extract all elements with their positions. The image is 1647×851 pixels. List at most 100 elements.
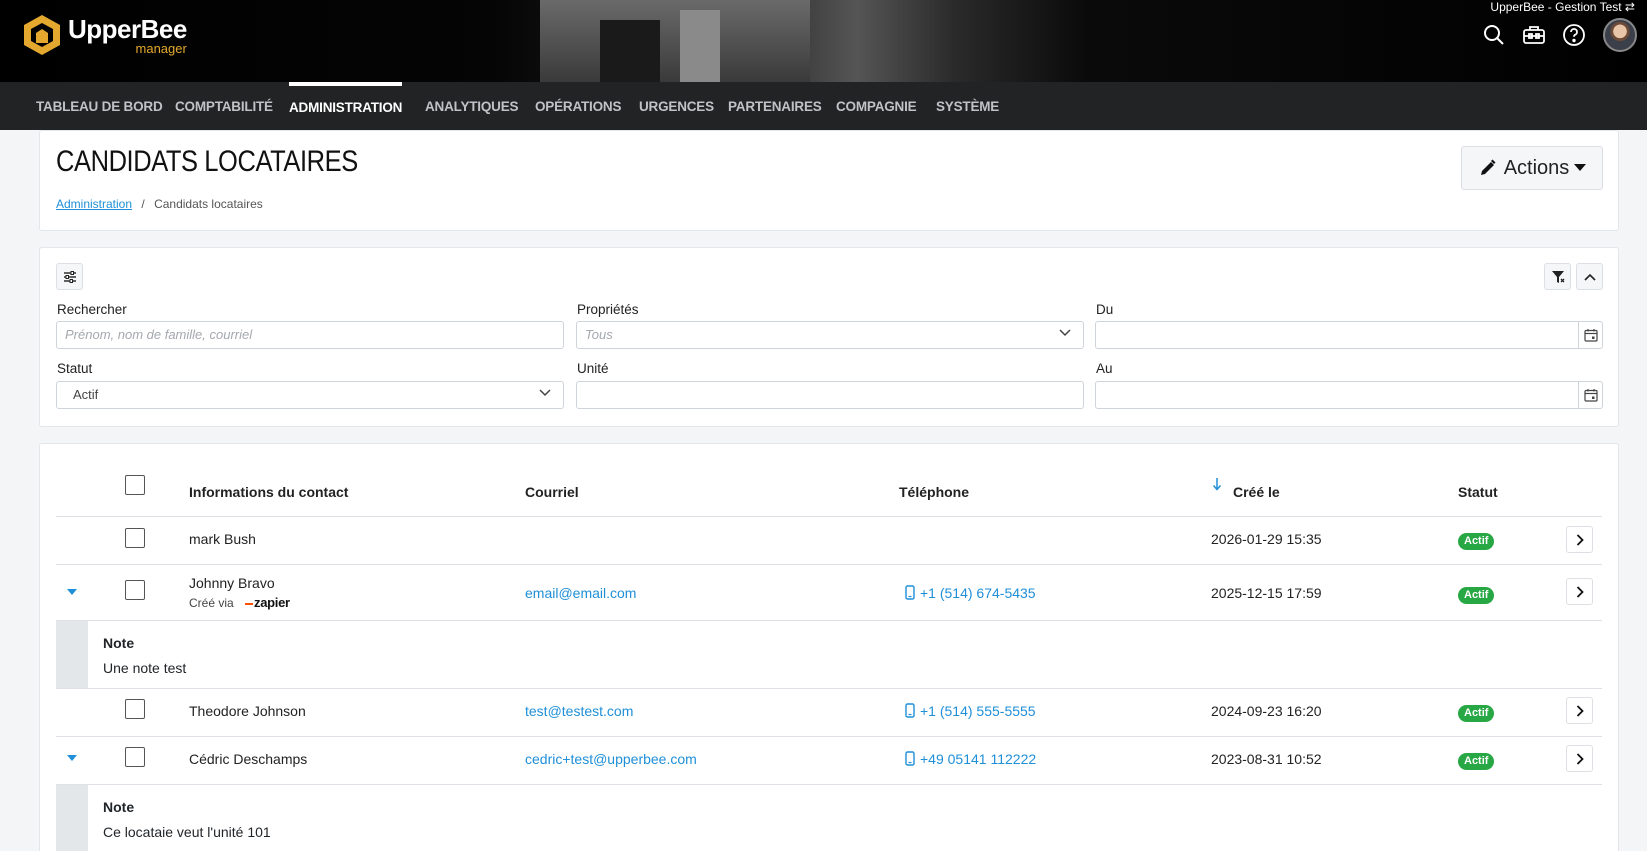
unit-label: Unité [577,361,609,376]
column-header-contact[interactable]: Informations du contact [189,484,348,500]
avatar[interactable] [1603,18,1637,52]
column-header-status[interactable]: Statut [1458,484,1498,500]
row-checkbox[interactable] [125,747,145,767]
status-select[interactable]: Actif [56,381,564,409]
properties-select[interactable]: Tous [576,321,1084,349]
nav-item-comptabilite[interactable]: COMPTABILITÉ [175,82,273,130]
status-badge: Actif [1458,533,1495,550]
calendar-icon[interactable] [1578,382,1602,408]
chevron-right-icon [1576,704,1584,717]
page-title: CANDIDATS LOCATAIRES [56,145,358,178]
note-text: Une note test [103,660,187,676]
chevron-down-icon [1059,329,1071,337]
breadcrumb-separator: / [141,197,145,211]
main-nav: TABLEAU DE BORD COMPTABILITÉ ADMINISTRAT… [0,82,1647,130]
row-checkbox[interactable] [125,528,145,548]
nav-item-partenaires[interactable]: PARTENAIRES [728,82,822,130]
properties-label: Propriétés [577,302,639,317]
breadcrumb-current: Candidats locataires [154,197,263,211]
note-sidebar [56,785,88,851]
actions-label: Actions [1503,156,1570,179]
created-date: 2023-08-31 10:52 [1211,751,1322,767]
filter-settings-button[interactable] [56,263,83,290]
chevron-right-icon [1576,752,1584,765]
mobile-phone-icon [905,703,915,718]
status-badge: Actif [1458,705,1495,722]
created-via-label: Créé via [189,596,234,610]
status-badge: Actif [1458,753,1495,770]
page-header-card: CANDIDATS LOCATAIRES Administration / Ca… [39,130,1619,231]
breadcrumb: Administration / Candidats locataires [56,197,263,211]
search-icon[interactable] [1481,22,1507,48]
nav-item-systeme[interactable]: SYSTÈME [936,82,999,130]
column-header-phone[interactable]: Téléphone [899,484,969,500]
calendar-icon[interactable] [1578,322,1602,348]
open-row-button[interactable] [1566,526,1593,553]
to-date-input[interactable] [1095,381,1603,409]
nav-item-compagnie[interactable]: COMPAGNIE [836,82,917,130]
nav-item-urgences[interactable]: URGENCES [639,82,714,130]
expand-caret-icon[interactable] [67,755,77,761]
from-date-input[interactable] [1095,321,1603,349]
phone-link[interactable]: +1 (514) 555-5555 [920,703,1036,719]
help-icon[interactable] [1561,22,1587,48]
brand-logo[interactable]: UpperBee manager [22,13,187,57]
open-row-button[interactable] [1566,745,1593,772]
search-input[interactable]: Prénom, nom de famille, courriel [56,321,564,349]
open-row-button[interactable] [1566,697,1593,724]
email-link[interactable]: cedric+test@upperbee.com [525,751,697,767]
contact-name: Johnny Bravo [189,575,275,591]
chevron-up-icon [1583,273,1596,281]
account-switcher[interactable]: UpperBee - Gestion Test ⇄ [1490,0,1635,14]
nav-item-analytiques[interactable]: ANALYTIQUES [425,82,519,130]
created-date: 2024-09-23 16:20 [1211,703,1322,719]
header-background-building [540,0,810,82]
contact-name: mark Bush [189,531,256,547]
chevron-right-icon [1576,585,1584,598]
status-label: Statut [57,361,93,376]
actions-button[interactable]: Actions [1461,146,1603,190]
column-header-email[interactable]: Courriel [525,484,579,500]
header-background-window [600,20,660,82]
row-checbox[interactable] [125,580,145,600]
filter-clear-icon [1551,270,1564,283]
phone-link[interactable]: +49 05141 112222 [920,751,1036,767]
toolbox-icon[interactable] [1521,22,1547,48]
note-panel: Note Une note test [56,621,1602,688]
note-panel: Note Ce locataie veut l'unité 101 [56,785,1602,851]
hexagon-logo-icon [24,15,60,55]
select-all-checkbox[interactable] [125,475,145,495]
filters-card: Rechercher Prénom, nom de famille, courr… [39,247,1619,427]
expand-caret-icon[interactable] [67,589,77,595]
zapier-logo: zapier [245,595,290,610]
clear-filters-button[interactable] [1544,263,1571,290]
status-value: Actif [73,387,99,402]
row-divider [56,564,1602,565]
contact-name: Theodore Johnson [189,703,306,719]
brand-name: UpperBee [68,13,187,44]
from-date-label: Du [1096,302,1114,317]
nav-item-administration[interactable]: ADMINISTRATION [289,82,402,130]
search-placeholder: Prénom, nom de famille, courriel [65,327,253,342]
candidates-table-card: Informations du contact Courriel Télépho… [39,443,1619,851]
open-row-button[interactable] [1566,578,1593,605]
column-header-created[interactable]: Créé le [1233,484,1280,500]
created-date: 2026-01-29 15:35 [1211,531,1322,547]
unit-input[interactable] [576,381,1084,409]
chevron-down-icon [539,389,551,397]
chevron-right-icon [1576,533,1584,546]
nav-item-operations[interactable]: OPÉRATIONS [535,82,621,130]
email-link[interactable]: email@email.com [525,585,636,601]
collapse-filters-button[interactable] [1576,263,1603,290]
search-label: Rechercher [57,302,127,317]
breadcrumb-link-administration[interactable]: Administration [56,197,132,211]
nav-item-tableau-de-bord[interactable]: TABLEAU DE BORD [36,82,163,130]
row-checkbox[interactable] [125,699,145,719]
note-sidebar [56,621,88,688]
mobile-phone-icon [905,585,915,600]
sort-arrow-down-icon[interactable] [1212,477,1222,491]
phone-link[interactable]: +1 (514) 674-5435 [920,585,1036,601]
pencil-icon [1480,159,1496,175]
caret-down-icon [1574,164,1587,171]
email-link[interactable]: test@testest.com [525,703,633,719]
